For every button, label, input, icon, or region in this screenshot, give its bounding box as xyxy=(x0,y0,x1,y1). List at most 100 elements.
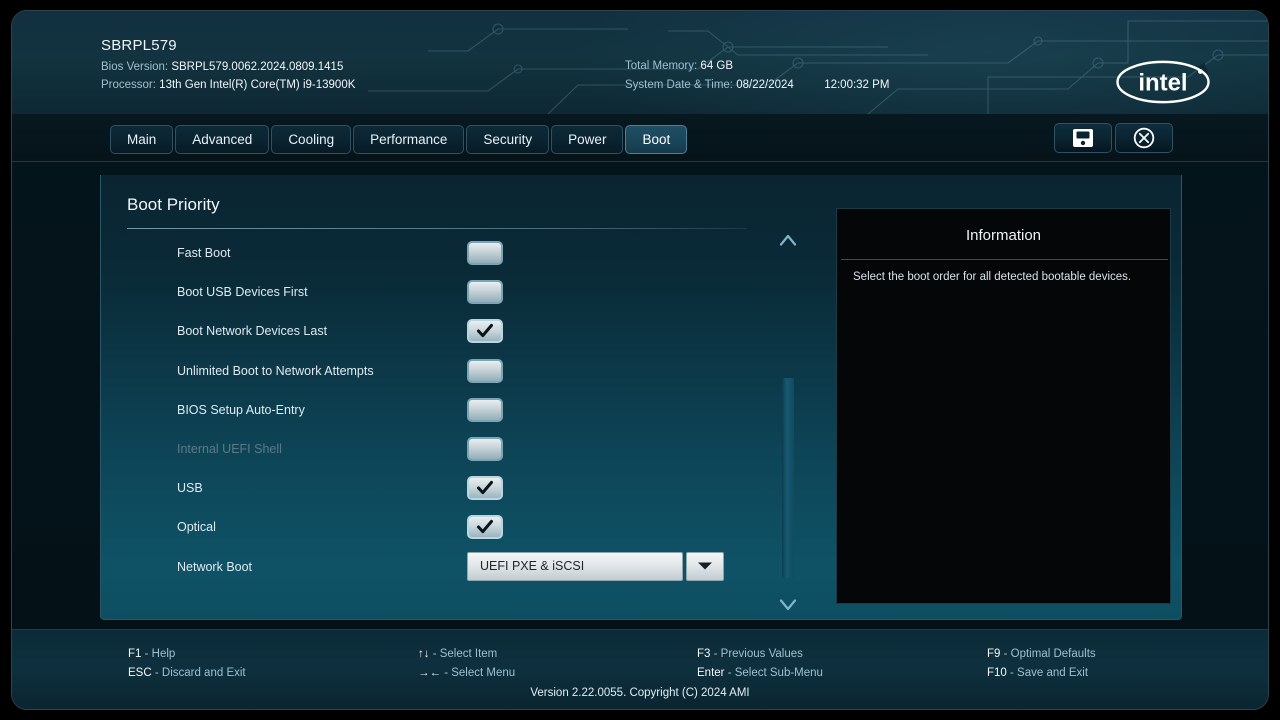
setting-row-network-boot: Network Boot UEFI PXE & iSCSI xyxy=(101,551,801,591)
checkbox-internal-uefi-shell[interactable] xyxy=(467,436,503,461)
hint-desc: - Help xyxy=(144,648,176,660)
save-icon xyxy=(1073,129,1093,147)
tab-cooling-label: Cooling xyxy=(288,132,335,147)
hint-desc: - Select Menu xyxy=(444,667,516,679)
close-circle-icon xyxy=(1133,127,1155,149)
tab-boot-label: Boot xyxy=(642,132,671,147)
total-memory-value: 64 GB xyxy=(700,60,734,72)
header-bar: SBRPL579 Bios Version: SBRPL579.0062.202… xyxy=(12,11,1268,114)
page-title: Boot Priority xyxy=(127,195,220,214)
hint-desc: - Select Sub-Menu xyxy=(727,667,823,679)
hint-enter-select-sub-menu: Enter - Select Sub-Menu xyxy=(697,667,823,679)
network-boot-dropdown-toggle[interactable] xyxy=(686,551,724,581)
setting-label-network-boot: Network Boot xyxy=(177,559,253,574)
hint-key: F1 xyxy=(128,648,142,660)
footer-bar: F1 - Help ESC - Discard and Exit ↑↓ - Se… xyxy=(12,629,1268,709)
check-icon xyxy=(477,520,493,534)
tab-main-label: Main xyxy=(127,132,157,147)
tab-boot[interactable]: Boot xyxy=(625,125,688,154)
tab-list: Main Advanced Cooling Performance Securi… xyxy=(110,125,688,154)
setting-label-bios-setup-auto-entry: BIOS Setup Auto-Entry xyxy=(177,402,305,417)
hint-arrows-select-menu: →← - Select Menu xyxy=(418,667,515,679)
tab-main[interactable]: Main xyxy=(110,125,174,154)
settings-list: Fast Boot Boot USB Devices First Boot Ne… xyxy=(101,238,801,591)
scroll-up-arrow[interactable] xyxy=(773,230,803,250)
close-button[interactable] xyxy=(1115,123,1173,153)
checkbox-usb[interactable] xyxy=(467,476,503,501)
hint-desc: - Select Item xyxy=(432,648,498,660)
hint-key: Enter xyxy=(697,667,725,679)
bios-setup-screen: SBRPL579 Bios Version: SBRPL579.0062.202… xyxy=(0,0,1280,720)
hint-key: F10 xyxy=(987,667,1007,679)
processor-value: 13th Gen Intel(R) Core(TM) i9-13900K xyxy=(159,79,356,91)
tab-advanced-label: Advanced xyxy=(192,132,253,147)
checkbox-boot-network-devices-last[interactable] xyxy=(467,319,503,344)
tab-performance-label: Performance xyxy=(370,132,448,147)
setting-row-usb: USB xyxy=(101,473,801,512)
hint-key: ↑↓ xyxy=(418,648,430,660)
processor-label: Processor: xyxy=(101,79,156,91)
setting-row-internal-uefi-shell: Internal UEFI Shell xyxy=(101,434,801,473)
setting-row-optical: Optical xyxy=(101,512,801,551)
svg-text:intel: intel xyxy=(1138,70,1187,97)
checkbox-unlimited-boot-to-network-attempts[interactable] xyxy=(467,358,503,383)
scrollbar-track[interactable] xyxy=(782,258,794,588)
setting-row-boot-usb-devices-first: Boot USB Devices First xyxy=(101,277,801,316)
scrollbar-thumb[interactable] xyxy=(782,378,794,578)
intel-logo: intel xyxy=(1116,60,1210,104)
hint-key: →← xyxy=(418,667,441,679)
bios-version-value: SBRPL579.0062.2024.0809.1415 xyxy=(171,61,344,73)
chevron-up-icon xyxy=(779,234,797,246)
check-icon xyxy=(477,481,493,495)
system-time-value: 12:00:32 PM xyxy=(824,79,890,91)
total-memory-label: Total Memory: xyxy=(625,60,698,72)
bios-window-frame: SBRPL579 Bios Version: SBRPL579.0062.202… xyxy=(11,10,1269,710)
hint-desc: - Save and Exit xyxy=(1010,667,1089,679)
hint-desc: - Optimal Defaults xyxy=(1003,648,1096,660)
processor-row: Processor: 13th Gen Intel(R) Core(TM) i9… xyxy=(101,79,355,91)
tab-cooling[interactable]: Cooling xyxy=(271,125,352,154)
window-button-group xyxy=(1054,123,1173,153)
tab-performance[interactable]: Performance xyxy=(353,125,465,154)
version-copyright-line: Version 2.22.0055. Copyright (C) 2024 AM… xyxy=(530,687,750,699)
hint-desc: - Discard and Exit xyxy=(154,667,246,679)
check-icon xyxy=(477,324,493,338)
tab-security[interactable]: Security xyxy=(466,125,550,154)
information-text: Select the boot order for all detected b… xyxy=(853,271,1132,283)
bios-version-label: Bios Version: xyxy=(101,61,169,73)
information-title: Information xyxy=(965,227,1042,244)
setting-label-fast-boot: Fast Boot xyxy=(177,246,231,260)
title-divider xyxy=(127,228,747,229)
hint-arrows-select-item: ↑↓ - Select Item xyxy=(418,648,497,660)
scroll-down-arrow[interactable] xyxy=(773,595,803,615)
chevron-down-icon xyxy=(779,599,797,611)
system-date-value: 08/22/2024 xyxy=(736,79,794,91)
setting-label-boot-usb-devices-first: Boot USB Devices First xyxy=(177,285,308,300)
tab-advanced[interactable]: Advanced xyxy=(175,125,270,154)
setting-label-unlimited-boot-to-network-attempts: Unlimited Boot to Network Attempts xyxy=(177,363,374,378)
network-boot-dropdown[interactable]: UEFI PXE & iSCSI xyxy=(467,551,724,581)
setting-label-internal-uefi-shell: Internal UEFI Shell xyxy=(177,441,282,456)
bios-version-row: Bios Version: SBRPL579.0062.2024.0809.14… xyxy=(101,61,343,73)
board-model-label: SBRPL579 xyxy=(101,37,177,54)
list-scroll-column xyxy=(773,230,803,615)
checkbox-fast-boot[interactable] xyxy=(467,241,503,265)
checkbox-optical[interactable] xyxy=(467,515,503,540)
tab-power-label: Power xyxy=(568,132,607,147)
hint-f10-save-and-exit: F10 - Save and Exit xyxy=(987,667,1088,679)
information-panel: Information Select the boot order for al… xyxy=(836,208,1171,604)
hint-key: F3 xyxy=(697,648,711,660)
checkbox-bios-setup-auto-entry[interactable] xyxy=(467,397,503,422)
information-divider xyxy=(841,259,1168,260)
network-boot-dropdown-value: UEFI PXE & iSCSI xyxy=(467,551,683,581)
system-datetime-row: System Date & Time: 08/22/2024 12:00:32 … xyxy=(625,79,889,91)
setting-row-unlimited-boot-to-network-attempts: Unlimited Boot to Network Attempts xyxy=(101,356,801,395)
hint-f9-optimal-defaults: F9 - Optimal Defaults xyxy=(987,648,1096,660)
tab-power[interactable]: Power xyxy=(551,125,624,154)
checkbox-boot-usb-devices-first[interactable] xyxy=(467,280,503,305)
hint-key: ESC xyxy=(128,667,152,679)
system-datetime-label: System Date & Time: xyxy=(625,79,734,91)
setting-label-boot-network-devices-last: Boot Network Devices Last xyxy=(177,324,328,339)
setting-row-fast-boot: Fast Boot xyxy=(101,238,801,277)
save-button[interactable] xyxy=(1054,123,1112,153)
